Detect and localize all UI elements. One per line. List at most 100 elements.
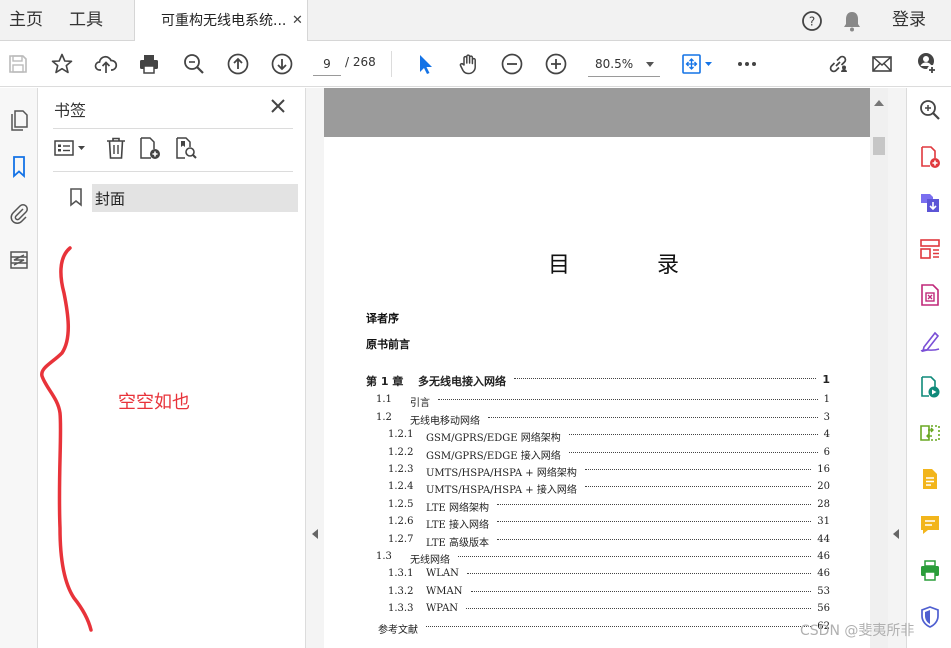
hand-tool-icon[interactable] — [455, 50, 483, 78]
more-options-icon[interactable] — [733, 50, 761, 78]
page-number-input[interactable] — [313, 52, 341, 76]
star-icon[interactable] — [48, 50, 76, 78]
toc-row-leader — [569, 451, 818, 453]
toc-row-number: 1.3.2 — [388, 585, 414, 597]
toc-front-item: 原书前言 — [366, 338, 410, 351]
bookmark-item-cover[interactable]: 封面 — [92, 184, 298, 212]
layers-icon[interactable] — [5, 246, 33, 274]
page-total: / 268 — [345, 55, 376, 69]
zoom-in-icon[interactable] — [542, 50, 570, 78]
toc-row-label: GSM/GPRS/EDGE 接入网络 — [426, 450, 561, 462]
save-icon[interactable] — [4, 50, 32, 78]
toc-row: 参考文献 62 — [324, 621, 830, 638]
document-viewport[interactable]: 目 录 译者序 原书前言 第 1 章 多无线电接入网络 1 1.1 引言 1 1.2 无线电移… — [324, 88, 870, 648]
select-cursor-icon[interactable] — [411, 50, 439, 78]
zoom-level-dropdown[interactable]: 80.5% — [588, 51, 660, 77]
pages-icon[interactable] — [5, 106, 33, 134]
toc-row: 第 1 章 多无线电接入网络 1 — [324, 373, 830, 390]
print-production-icon[interactable] — [916, 557, 944, 585]
zoom-search-icon[interactable] — [180, 50, 208, 78]
tools-tab[interactable]: 工具 — [69, 0, 103, 41]
sticky-note-icon[interactable] — [916, 511, 944, 539]
toc-row: 1.2.2 GSM/GPRS/EDGE 接入网络 6 — [324, 447, 830, 464]
toc-row-page: 3 — [823, 411, 830, 423]
next-page-icon[interactable] — [268, 50, 296, 78]
compare-icon[interactable] — [916, 419, 944, 447]
fill-sign-icon[interactable] — [916, 327, 944, 355]
email-icon[interactable] — [868, 50, 896, 78]
bookmark-item-icon — [68, 186, 84, 208]
tools-rail — [906, 88, 951, 648]
enhance-scan-icon[interactable] — [916, 96, 944, 124]
toc-row-label: 参考文献 — [378, 624, 418, 636]
toc-row-label: 无线电移动网络 — [410, 415, 480, 427]
bookmark-panel-title: 书签 — [54, 101, 87, 120]
close-panel-icon[interactable] — [268, 96, 288, 116]
toc-row: 1.3 无线网络 46 — [324, 551, 830, 568]
cloud-upload-icon[interactable] — [92, 50, 120, 78]
toc-front-item: 译者序 — [366, 312, 399, 325]
left-panel-collapse-handle[interactable] — [306, 88, 324, 648]
toc-row-leader — [585, 486, 811, 488]
toc-row-number: 1.2 — [376, 411, 392, 423]
toc-row-leader — [467, 573, 811, 575]
toc-row: 1.3.1 WLAN 46 — [324, 568, 830, 585]
find-bookmark-icon[interactable] — [172, 134, 200, 162]
document-page: 目 录 译者序 原书前言 第 1 章 多无线电接入网络 1 1.1 引言 1 1.2 无线电移… — [324, 137, 870, 648]
red-brace-annotation — [40, 246, 93, 632]
document-tab-title: 可重构无线电系统... — [161, 13, 287, 29]
comment-icon[interactable] — [916, 465, 944, 493]
toc-row-label: LTE 高级版本 — [426, 537, 489, 549]
svg-text:?: ? — [809, 14, 815, 28]
toc-row: 1.3.2 WMAN 53 — [324, 586, 830, 603]
toc-row-number: 1.2.1 — [388, 429, 414, 441]
close-tab-icon[interactable]: ✕ — [292, 0, 303, 42]
fit-page-icon[interactable] — [677, 50, 717, 78]
right-panel-expand-handle[interactable] — [888, 88, 906, 648]
toc-row-leader — [426, 625, 811, 627]
new-bookmark-icon[interactable] — [136, 134, 164, 162]
toc-row-leader — [438, 399, 818, 401]
add-user-icon[interactable] — [912, 50, 940, 78]
organize-pages-icon[interactable] — [916, 235, 944, 263]
toc-row-number: 1.2.5 — [388, 498, 414, 510]
bookmark-options-icon[interactable] — [52, 134, 90, 162]
toc-row: 1.1 引言 1 — [324, 394, 830, 411]
toc-row-label: 多无线电接入网络 — [418, 375, 506, 388]
delete-bookmark-icon[interactable] — [102, 134, 130, 162]
bookmark-icon[interactable] — [5, 153, 33, 181]
notification-bell-icon[interactable] — [840, 0, 864, 41]
toolbar-divider — [391, 51, 392, 77]
vertical-scrollbar[interactable] — [870, 88, 888, 648]
scrollbar-thumb[interactable] — [873, 137, 885, 155]
send-track-icon[interactable] — [916, 373, 944, 401]
login-button[interactable]: 登录 — [892, 0, 926, 41]
toc-row-page: 46 — [817, 551, 830, 562]
toc-row-page: 53 — [817, 585, 830, 597]
export-pdf-icon[interactable] — [916, 189, 944, 217]
attachment-icon[interactable] — [5, 199, 33, 227]
toc-row-page: 16 — [817, 464, 830, 475]
print-icon[interactable] — [135, 50, 163, 78]
create-pdf-icon[interactable] — [916, 143, 944, 171]
protect-icon[interactable] — [916, 603, 944, 631]
toc-row-leader — [466, 608, 811, 610]
watermark-text: CSDN @斐夷所非 — [800, 623, 915, 639]
help-icon[interactable]: ? — [800, 0, 824, 41]
panel-divider — [53, 128, 293, 129]
share-link-icon[interactable] — [824, 50, 852, 78]
previous-page-icon[interactable] — [224, 50, 252, 78]
toc-row-label: WLAN — [426, 568, 459, 580]
toc-row-page: 1 — [823, 394, 830, 406]
toc-row-label: GSM/GPRS/EDGE 网络架构 — [426, 433, 561, 445]
scroll-up-icon[interactable] — [874, 100, 884, 106]
home-tab[interactable]: 主页 — [9, 0, 43, 41]
panel-divider — [53, 171, 293, 172]
bookmark-panel: 书签 封面 空空如也 — [38, 88, 306, 648]
zoom-out-icon[interactable] — [498, 50, 526, 78]
toc-row-number: 1.2.3 — [388, 464, 414, 475]
chevron-left-icon — [893, 529, 899, 539]
toc-row: 1.2.1 GSM/GPRS/EDGE 网络架构 4 — [324, 429, 830, 446]
edit-pdf-icon[interactable] — [916, 281, 944, 309]
document-tab[interactable]: 可重构无线电系统... ✕ — [134, 0, 308, 42]
